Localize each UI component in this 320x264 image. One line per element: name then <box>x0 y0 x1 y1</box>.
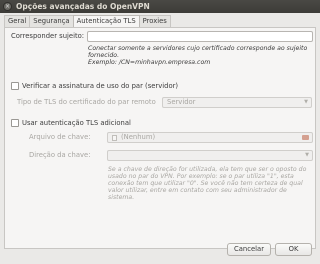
chevron-down-icon: ▼ <box>305 152 309 158</box>
tab-seguranca[interactable]: Segurança <box>29 15 74 27</box>
cancel-button[interactable]: Cancelar <box>227 243 271 256</box>
subject-hint-line-2: fornecido. <box>88 52 120 59</box>
folder-icon <box>302 135 309 140</box>
key-direction-hint-line-3: conexão tem que utilizar "0". Se você nã… <box>108 180 303 187</box>
tab-geral[interactable]: Geral <box>4 15 31 27</box>
verify-peer-checkbox[interactable] <box>11 82 19 90</box>
subject-hint-line-1: Conectar somente a servidores cujo certi… <box>88 45 308 52</box>
document-icon <box>112 135 117 141</box>
cert-type-select[interactable]: Servidor ▼ <box>162 97 312 108</box>
tab-panel: Corresponder sujeito: Conectar somente a… <box>4 27 316 249</box>
key-direction-label: Direção da chave: <box>29 151 91 159</box>
tab-bar: Geral Segurança Autenticação TLS Proxies <box>4 15 171 28</box>
key-file-chooser[interactable]: (Nenhum) <box>107 132 313 143</box>
tab-proxies[interactable]: Proxies <box>138 15 171 27</box>
key-direction-select[interactable]: ▼ <box>107 150 313 161</box>
chevron-down-icon: ▼ <box>304 99 308 105</box>
key-file-label: Arquivo de chave: <box>29 133 91 141</box>
key-direction-hint-line-1: Se a chave de direção for utilizada, ela… <box>108 166 307 173</box>
dialog-body: Geral Segurança Autenticação TLS Proxies… <box>0 13 320 264</box>
tls-auth-label[interactable]: Usar autenticação TLS adicional <box>22 119 131 127</box>
subject-input[interactable] <box>87 31 313 42</box>
close-window-button[interactable]: × <box>3 2 12 11</box>
key-direction-hint-line-2: usado no par do VPN. Por exemplo: se o p… <box>108 173 294 180</box>
title-bar: × Opções avançadas do OpenVPN <box>0 0 320 13</box>
verify-peer-label[interactable]: Verificar a assinatura de uso do par (se… <box>22 82 178 90</box>
ok-button[interactable]: OK <box>275 243 312 256</box>
window-title: Opções avançadas do OpenVPN <box>16 2 150 11</box>
key-direction-hint-line-5: sistema. <box>108 194 135 201</box>
subject-hint-line-3: Exemplo: /CN=minhavpn.empresa.com <box>88 59 211 66</box>
key-file-value: (Nenhum) <box>121 133 156 141</box>
tab-autenticacao-tls[interactable]: Autenticação TLS <box>72 15 140 28</box>
cert-type-value: Servidor <box>167 98 196 106</box>
subject-label: Corresponder sujeito: <box>11 32 85 40</box>
key-direction-hint-line-4: valor utilizar, entre em contato com seu… <box>108 187 287 194</box>
tls-auth-checkbox[interactable] <box>11 119 19 127</box>
cert-type-label: Tipo de TLS do certificado do par remoto <box>17 98 156 106</box>
